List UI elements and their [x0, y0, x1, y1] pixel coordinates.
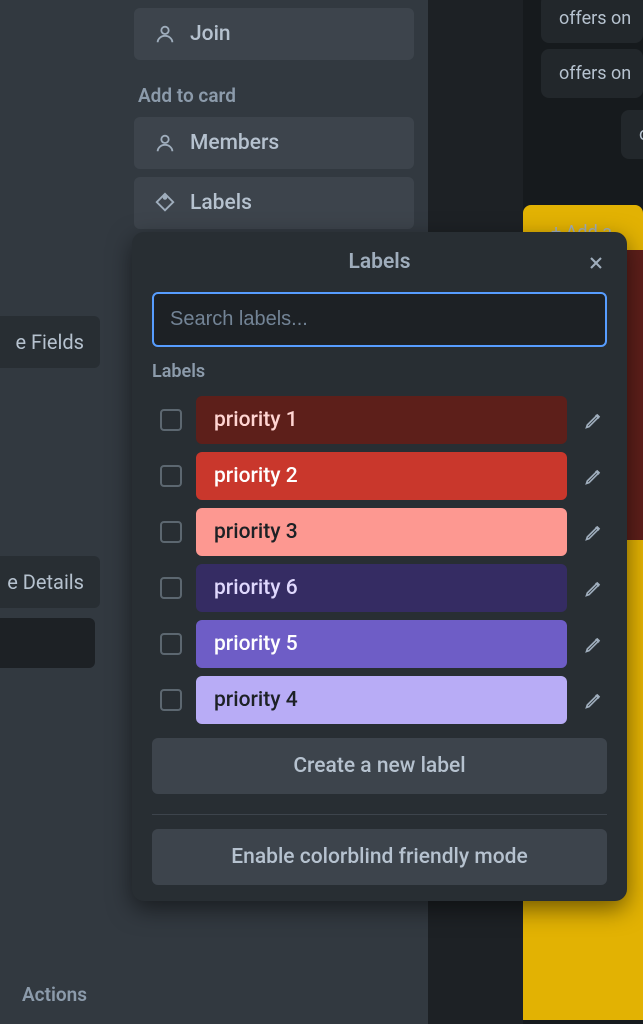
label-chip[interactable]: priority 6: [196, 564, 567, 612]
label-chip[interactable]: priority 2: [196, 452, 567, 500]
pencil-icon: [584, 466, 604, 486]
edit-label-button[interactable]: [581, 519, 607, 545]
actions-title: Actions: [18, 983, 87, 1006]
label-checkbox[interactable]: [160, 577, 182, 599]
create-label-button[interactable]: Create a new label: [152, 738, 607, 794]
partial-details-button[interactable]: e Details: [0, 556, 100, 608]
add-to-card-title: Add to card: [134, 84, 414, 107]
labels-button[interactable]: Labels: [134, 177, 414, 229]
label-checkbox[interactable]: [160, 633, 182, 655]
join-label: Join: [190, 22, 231, 46]
labels-popover: Labels Labels priority 1 priority 2 priori…: [132, 232, 627, 901]
pencil-icon: [584, 410, 604, 430]
divider: [152, 814, 607, 815]
bg-card: offers on: [541, 0, 643, 43]
label-checkbox[interactable]: [160, 689, 182, 711]
label-checkbox[interactable]: [160, 465, 182, 487]
label-checkbox[interactable]: [160, 521, 182, 543]
close-icon: [586, 253, 606, 273]
label-chip[interactable]: priority 5: [196, 620, 567, 668]
labels-label: Labels: [190, 191, 252, 215]
label-chip[interactable]: priority 3: [196, 508, 567, 556]
colorblind-mode-button[interactable]: Enable colorblind friendly mode: [152, 829, 607, 885]
label-row: priority 2: [132, 452, 627, 500]
label-row: priority 5: [132, 620, 627, 668]
popover-title: Labels: [349, 250, 411, 274]
label-chip[interactable]: priority 4: [196, 676, 567, 724]
members-label: Members: [190, 131, 279, 155]
search-labels-input[interactable]: [152, 292, 607, 347]
label-row: priority 1: [132, 396, 627, 444]
pencil-icon: [584, 522, 604, 542]
person-icon: [154, 132, 176, 154]
bg-card: offers on: [621, 110, 643, 159]
popover-header: Labels: [132, 232, 627, 292]
close-button[interactable]: [583, 250, 609, 276]
members-button[interactable]: Members: [134, 117, 414, 169]
pencil-icon: [584, 690, 604, 710]
edit-label-button[interactable]: [581, 631, 607, 657]
label-row: priority 3: [132, 508, 627, 556]
label-checkbox[interactable]: [160, 409, 182, 431]
label-row: priority 4: [132, 676, 627, 724]
join-button[interactable]: Join: [134, 8, 414, 60]
edit-label-button[interactable]: [581, 687, 607, 713]
bg-card: offers on: [541, 49, 643, 98]
pencil-icon: [584, 578, 604, 598]
person-icon: [154, 23, 176, 45]
labels-section-title: Labels: [132, 361, 627, 382]
edit-label-button[interactable]: [581, 463, 607, 489]
pencil-icon: [584, 634, 604, 654]
tag-icon: [154, 192, 176, 214]
partial-fields-button[interactable]: e Fields: [0, 316, 100, 368]
edit-label-button[interactable]: [581, 575, 607, 601]
label-row: priority 6: [132, 564, 627, 612]
partial-dark: [0, 618, 95, 668]
edit-label-button[interactable]: [581, 407, 607, 433]
label-chip[interactable]: priority 1: [196, 396, 567, 444]
